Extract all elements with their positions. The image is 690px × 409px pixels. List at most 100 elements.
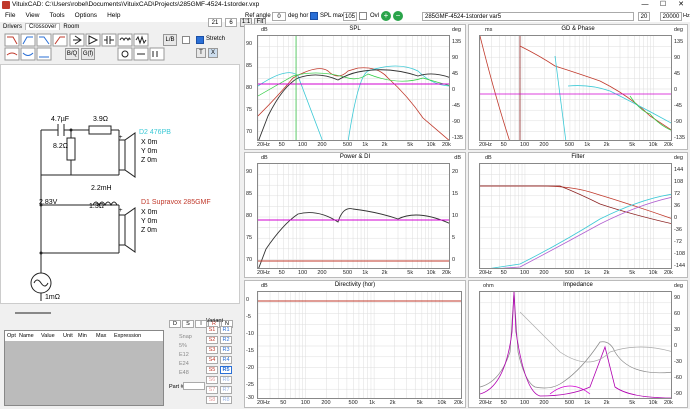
zoom-value-2[interactable]: 6 [225, 18, 237, 27]
variant-s2[interactable]: S2 [206, 336, 218, 344]
add-variant-icon[interactable]: + [381, 11, 391, 21]
impedance-chart[interactable]: Impedance ohm deg 90 60 30 0 -30 -60 -90… [468, 280, 688, 408]
snap-option-e12[interactable]: E12 [179, 352, 189, 358]
menu-file[interactable]: File [0, 10, 20, 22]
variant-r8[interactable]: R8 [220, 396, 232, 404]
col-unit: Unit [63, 333, 73, 339]
minimize-button[interactable]: — [636, 0, 654, 10]
delete-part-button[interactable]: D [169, 320, 181, 328]
resistor-series-label[interactable]: 3.9Ω [93, 116, 108, 123]
grid-icon[interactable] [182, 36, 190, 44]
spl-max-input[interactable]: 105 [343, 12, 357, 21]
spl-max-checkbox[interactable] [310, 12, 318, 20]
ovl-checkbox[interactable] [359, 12, 367, 20]
variant-s4[interactable]: S4 [206, 356, 218, 364]
variant-r6[interactable]: R6 [220, 376, 232, 384]
spl-chart[interactable]: SPL dB deg 90 85 80 75 70 135 90 45 0 -4… [244, 24, 466, 150]
tab-drivers[interactable]: Drivers [0, 24, 25, 30]
spl-y-tick: 80 [246, 85, 253, 91]
ref-angle-input[interactable]: 0 [272, 12, 286, 21]
close-button[interactable]: ✕ [672, 0, 690, 10]
inductor-label[interactable]: 2.2mH [91, 185, 112, 192]
filter-chart[interactable]: Filter dB deg 144 108 72 36 0 -36 -72 -1… [468, 152, 688, 278]
power-plot-area [257, 163, 450, 269]
variant-s8[interactable]: S8 [206, 396, 218, 404]
menu-view[interactable]: View [20, 10, 44, 22]
stretch-checkbox[interactable] [196, 36, 204, 44]
gd-y2-tick: -45 [674, 103, 682, 109]
gd-plot-area [479, 35, 672, 141]
variant-s7[interactable]: S7 [206, 386, 218, 394]
parameter-table[interactable]: Opt Name Value Unit Min Max Expression [4, 330, 164, 406]
gd-y2-tick: -90 [674, 119, 682, 125]
col-name: Name [19, 333, 34, 339]
freq-low-input[interactable]: 20 [638, 12, 650, 21]
title-bar: VituixCAD: C:\Users\robel\Documents\Vitu… [0, 0, 690, 10]
swap-part-button[interactable]: S [182, 320, 194, 328]
capacitor-label[interactable]: 4.7µF [51, 116, 69, 123]
filter-y2-tick: -36 [674, 227, 682, 233]
bq-button[interactable]: B/Q [65, 48, 79, 60]
x-tick-label: 20Hz [479, 142, 492, 148]
menu-options[interactable]: Options [70, 10, 102, 22]
variant-s6[interactable]: S6 [206, 376, 218, 384]
variant-r2[interactable]: R2 [220, 336, 232, 344]
snap-option-e24[interactable]: E24 [179, 361, 189, 367]
filter-ylabel-right: deg [673, 155, 683, 161]
impedance-ylabel-right: deg [673, 283, 683, 289]
gf-button[interactable]: G(f) [81, 48, 95, 60]
variant-s3[interactable]: S3 [206, 346, 218, 354]
x-tick-label: 1k [362, 270, 369, 276]
variant-s5[interactable]: S5 [206, 366, 218, 374]
d1-driver-label[interactable]: D1 Supravox 285GMF [141, 199, 211, 206]
menu-help[interactable]: Help [102, 10, 125, 22]
x-tick-label: 2k [603, 270, 610, 276]
tab-room[interactable]: Room [60, 24, 82, 30]
power-y-tick: 90 [246, 169, 253, 175]
x-tick-label: 500 [564, 142, 575, 148]
power-di-chart[interactable]: Power & DI dB dB 90 85 80 75 70 20 15 10… [244, 152, 466, 278]
maximize-button[interactable]: ☐ [654, 0, 672, 10]
variant-name-input[interactable]: 285GMF-4524-1storder var5 [422, 12, 634, 21]
variant-r4[interactable]: R4 [220, 356, 232, 364]
source-voltage-label[interactable]: 2.83V [39, 199, 57, 206]
directivity-y-tick: -10 [246, 331, 254, 337]
zoom-value-1[interactable]: 21 [208, 18, 222, 27]
variant-r3[interactable]: R3 [220, 346, 232, 354]
tab-crossover[interactable]: Crossover [25, 23, 61, 30]
impedance-y2-tick: 30 [674, 327, 681, 333]
tab-strip: Drivers Crossover Room [0, 22, 240, 32]
gd-y2-tick: 90 [674, 55, 681, 61]
gd-y2-tick: 45 [674, 71, 681, 77]
d2-driver-label[interactable]: D2 476PB [139, 129, 171, 136]
lb-button[interactable]: L/B [163, 34, 177, 46]
x-button[interactable]: X [208, 48, 218, 58]
x-tick-label: 100 [519, 400, 530, 406]
gd-phase-chart[interactable]: GD & Phase ms deg 135 90 45 0 -45 -90 -1… [468, 24, 688, 150]
variant-s1[interactable]: S1 [206, 326, 218, 334]
freq-high-input[interactable]: 20000 [660, 12, 682, 21]
x-tick-label: 100 [519, 142, 530, 148]
variant-r1[interactable]: R1 [220, 326, 232, 334]
power-ylabel-left: dB [261, 155, 268, 161]
filter-y2-tick: 72 [674, 191, 681, 197]
impedance-y2-tick: 0 [674, 343, 678, 349]
t-button[interactable]: T [196, 48, 206, 58]
x-tick-label: 1k [369, 400, 375, 406]
resistor-shunt-label[interactable]: 8.2Ω [53, 143, 68, 150]
schematic-scrollbar[interactable] [15, 312, 51, 314]
menu-tools[interactable]: Tools [44, 10, 69, 22]
directivity-chart[interactable]: Directivity (hor) dB 0 -5 -10 -15 -20 -2… [244, 280, 466, 408]
d2-plus: + [119, 135, 123, 141]
snap-option-e48[interactable]: E48 [179, 370, 189, 376]
snap-option-5pct[interactable]: 5% [179, 343, 187, 349]
variant-r5-selected[interactable]: R5 [220, 366, 232, 374]
schematic-canvas[interactable]: 4.7µF 3.9Ω 8.2Ω + D2 476PB X 0m Y 0m Z 0… [0, 64, 240, 304]
variant-r7[interactable]: R7 [220, 386, 232, 394]
variant-label: Variant [206, 318, 224, 324]
part-number-input[interactable] [183, 382, 205, 390]
x-tick-label: 20k [442, 270, 451, 276]
source-resistance-label[interactable]: 1mΩ [45, 294, 60, 301]
remove-variant-icon[interactable]: − [393, 11, 403, 21]
power-y2-tick: 20 [452, 169, 459, 175]
